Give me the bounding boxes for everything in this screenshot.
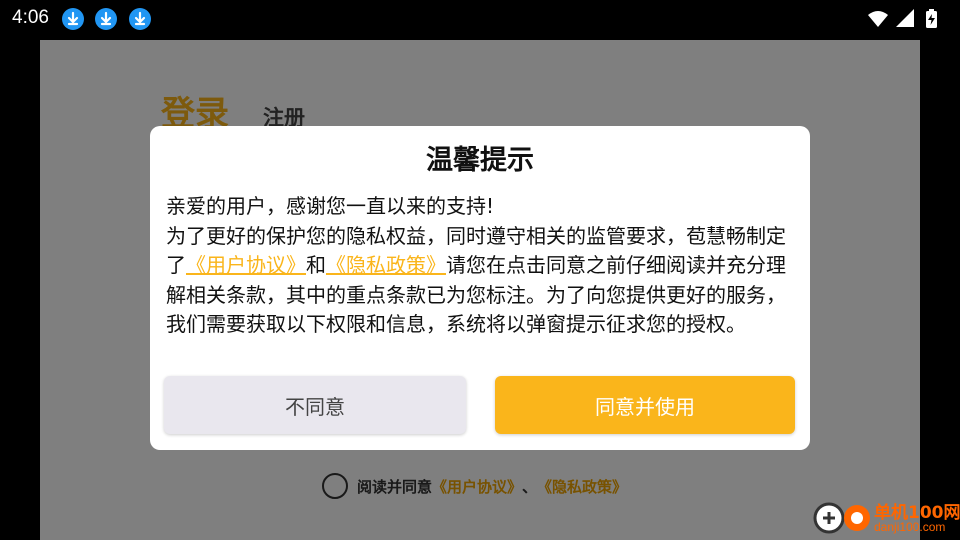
signal-icon [896, 9, 914, 27]
status-bar: 4:06 [0, 0, 960, 40]
dialog-user-agreement-link[interactable]: 《用户协议》 [186, 253, 306, 277]
disagree-button[interactable]: 不同意 [164, 376, 466, 434]
status-time: 4:06 [12, 7, 49, 28]
dialog-greeting: 亲爱的用户，感谢您一直以来的支持! [166, 194, 495, 218]
battery-charging-icon [926, 9, 937, 28]
watermark-url: danji100.com [874, 520, 946, 534]
dialog-text-and: 和 [306, 253, 326, 277]
wifi-icon [868, 11, 888, 27]
dialog-title: 温馨提示 [426, 145, 534, 176]
download-icon [129, 8, 151, 30]
system-status-icons [868, 9, 937, 28]
agree-and-use-button[interactable]: 同意并使用 [495, 376, 795, 434]
watermark-logo-icon [813, 502, 870, 534]
watermark: 单机100网 danji100.com [812, 496, 960, 540]
download-icon [95, 8, 117, 30]
dialog-privacy-policy-link[interactable]: 《隐私政策》 [326, 253, 446, 277]
privacy-dialog: 温馨提示 亲爱的用户，感谢您一直以来的支持! 为了更好的保护您的隐私权益，同时遵… [150, 126, 810, 450]
download-icon [62, 8, 84, 30]
dialog-paragraph: 为了更好的保护您的隐私权益，同时遵守相关的监管要求，苞慧畅制定了《用户协议》和《… [166, 222, 796, 340]
dialog-body: 亲爱的用户，感谢您一直以来的支持! 为了更好的保护您的隐私权益，同时遵守相关的监… [166, 192, 796, 340]
